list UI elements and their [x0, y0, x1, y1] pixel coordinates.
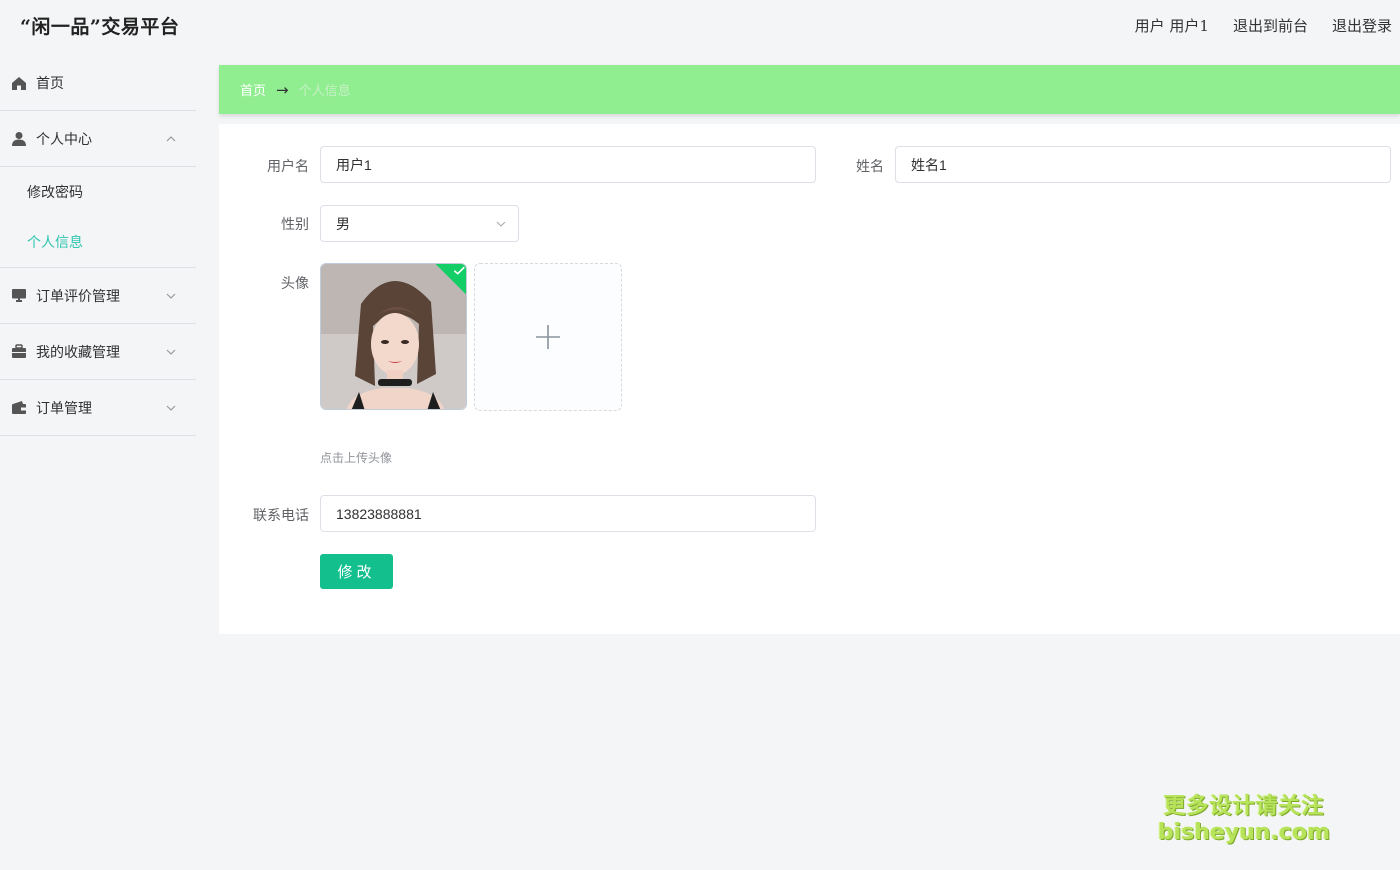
- avatar-upload-button[interactable]: [474, 263, 622, 411]
- watermark-line2: bisheyun.com: [1157, 820, 1330, 845]
- watermark-line1: 更多设计请关注: [1163, 794, 1325, 819]
- gender-label: 性别: [281, 217, 309, 233]
- upload-tip: 点击上传头像: [320, 451, 393, 465]
- sidebar-item-label: 订单管理: [36, 400, 92, 417]
- check-icon: [453, 266, 465, 275]
- breadcrumb: 首页 → 个人信息: [219, 65, 1400, 114]
- user-icon: [11, 131, 27, 147]
- site-watermark: 更多设计请关注 bisheyun.com: [1158, 794, 1330, 846]
- sidebar-item-home[interactable]: 首页: [0, 56, 196, 111]
- sidebar-item-label: 个人中心: [36, 131, 92, 148]
- name-label: 姓名: [856, 159, 884, 175]
- briefcase-icon: [11, 344, 27, 360]
- phone-field[interactable]: 13823888881: [320, 495, 816, 532]
- chevron-up-icon: [166, 135, 176, 141]
- sidebar-item-personal-center[interactable]: 个人中心: [0, 111, 196, 167]
- sidebar-item-orders[interactable]: 订单管理: [0, 380, 196, 436]
- avatar-label: 头像: [281, 276, 309, 292]
- back-to-front-link[interactable]: 退出到前台: [1233, 15, 1308, 36]
- sidebar-item-favorites[interactable]: 我的收藏管理: [0, 324, 196, 380]
- chevron-down-icon: [166, 349, 176, 355]
- plus-icon: [536, 325, 560, 349]
- chevron-down-icon: [166, 293, 176, 299]
- avatar-image: [321, 264, 466, 409]
- username-field[interactable]: 用户1: [320, 146, 816, 183]
- header-links: 用户 用户1 退出到前台 退出登录: [1135, 15, 1392, 36]
- app-title: “闲一品”交易平台: [20, 16, 180, 38]
- sidebar-item-label: 首页: [36, 76, 64, 92]
- sidebar-item-change-password[interactable]: 修改密码: [0, 167, 196, 217]
- sidebar-item-label: 我的收藏管理: [36, 344, 120, 361]
- home-icon: [11, 75, 27, 91]
- current-user-label: 用户 用户1: [1134, 17, 1209, 35]
- username-label: 用户名: [267, 159, 309, 175]
- sidebar: 首页 个人中心 修改密码 个人信息 订单评价管理 我的收藏管理 订单管理: [0, 56, 196, 436]
- name-field[interactable]: 姓名1: [895, 146, 1391, 183]
- gender-select[interactable]: 男: [320, 205, 519, 242]
- logout-link[interactable]: 退出登录: [1332, 15, 1392, 36]
- sidebar-item-order-reviews[interactable]: 订单评价管理: [0, 268, 196, 324]
- gender-selected-value: 男: [336, 215, 350, 232]
- avatar-preview[interactable]: [320, 263, 467, 410]
- phone-label: 联系电话: [253, 508, 309, 524]
- breadcrumb-arrow-icon: →: [276, 80, 289, 99]
- personal-center-submenu: 修改密码 个人信息: [0, 167, 196, 268]
- profile-form: 用户名 用户1 姓名 姓名1 性别 男 头像 点击上传头像 联系电话 13823…: [219, 124, 1400, 634]
- chevron-down-icon: [496, 221, 506, 227]
- sidebar-item-label: 订单评价管理: [36, 288, 120, 305]
- top-bar: “闲一品”交易平台 用户 用户1 退出到前台 退出登录: [0, 0, 1400, 52]
- chevron-down-icon: [166, 405, 176, 411]
- update-button[interactable]: 修改: [320, 554, 393, 589]
- wallet-icon: [11, 400, 27, 416]
- breadcrumb-current: 个人信息: [298, 84, 351, 99]
- monitor-icon: [11, 288, 27, 304]
- breadcrumb-home-link[interactable]: 首页: [240, 80, 266, 99]
- sidebar-item-personal-info[interactable]: 个人信息: [0, 217, 196, 267]
